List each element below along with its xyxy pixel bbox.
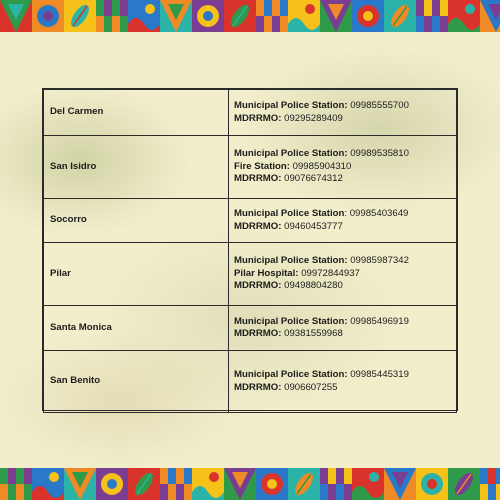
contact-label: MDRRMO: bbox=[234, 220, 282, 232]
leaf-icon bbox=[320, 0, 352, 32]
mask-icon bbox=[384, 468, 416, 500]
leaf-icon bbox=[96, 468, 128, 500]
phone-number: 09985987342 bbox=[350, 255, 409, 267]
contact-label: MDRRMO: bbox=[234, 280, 282, 292]
contacts-cell: Municipal Police Station: 09985555700 MDR… bbox=[228, 89, 457, 136]
sun-pattern-icon bbox=[288, 468, 320, 500]
contact-label: MDRRMO: bbox=[234, 112, 282, 124]
phone-number: 09076674312 bbox=[284, 173, 343, 185]
wave-pattern-icon bbox=[416, 468, 448, 500]
contact-label: Municipal Police Station: bbox=[234, 369, 348, 381]
contact-label: Municipal Police Station bbox=[234, 208, 345, 220]
surfer-icon bbox=[224, 0, 256, 32]
contact-line: Pilar Hospital: 09972844937 bbox=[234, 268, 456, 280]
contact-line: MDRRMO: 09295289409 bbox=[234, 113, 456, 125]
triangle-pattern-icon bbox=[448, 468, 480, 500]
leaf-icon bbox=[320, 468, 352, 500]
triangle-pattern-icon bbox=[288, 0, 320, 32]
phone-number: 09985403649 bbox=[349, 208, 409, 220]
sun-pattern-icon bbox=[64, 468, 96, 500]
contact-line: Municipal Police Station: 09985445319 bbox=[234, 369, 456, 381]
town-name-cell: Santa Monica bbox=[43, 305, 229, 351]
mango-icon bbox=[480, 468, 500, 500]
phone-number: 09985555700 bbox=[350, 100, 409, 112]
contact-line: Municipal Police Station: 09985496919 bbox=[234, 316, 456, 328]
contact-line: Municipal Police Station: 09985555700 bbox=[234, 100, 456, 112]
hotline-table: Del Carmen Municipal Police Station: 0998… bbox=[43, 89, 457, 413]
mango-icon bbox=[32, 468, 64, 500]
fan-icon bbox=[352, 468, 384, 500]
contacts-cell: Municipal Police Station: 09985987342 Pil… bbox=[228, 242, 457, 306]
pizza-icon bbox=[448, 0, 480, 32]
fish-icon bbox=[192, 0, 224, 32]
town-name-cell: Del Carmen bbox=[43, 89, 229, 136]
contact-line: MDRRMO: 09498804280 bbox=[234, 280, 456, 292]
contacts-cell: Municipal Police Station: 09985403649 MDR… bbox=[228, 198, 457, 243]
contact-line: Municipal Police Station: 09985987342 bbox=[234, 255, 456, 267]
triangle-pattern-icon bbox=[0, 468, 32, 500]
contacts-cell: Municipal Police Station: 09989535810 Fir… bbox=[228, 135, 457, 199]
contact-line: MDRRMO: 09381559968 bbox=[234, 328, 456, 340]
pizza-icon bbox=[160, 0, 192, 32]
fish-icon bbox=[480, 0, 500, 32]
contact-line: MDRRMO: 09460453777 bbox=[234, 221, 456, 233]
contact-label: Municipal Police Station: bbox=[234, 148, 348, 160]
phone-number: 0906607255 bbox=[284, 381, 338, 393]
church-icon bbox=[128, 0, 160, 32]
phone-number: 09498804280 bbox=[284, 280, 343, 292]
mango-icon bbox=[256, 468, 288, 500]
table-row: Santa Monica Municipal Police Station: 09… bbox=[43, 305, 457, 351]
palm-tree-icon bbox=[96, 0, 128, 32]
flower-icon bbox=[352, 0, 384, 32]
table-row: Pilar Municipal Police Station: 099859873… bbox=[43, 242, 457, 306]
contacts-cell: Municipal Police Station: 09985445319 MDR… bbox=[228, 350, 457, 413]
town-name-cell: San Isidro bbox=[43, 135, 229, 199]
phone-number: 09985496919 bbox=[350, 315, 409, 327]
contact-line: MDRRMO: 0906607255 bbox=[234, 382, 456, 394]
palm-tree-icon bbox=[384, 0, 416, 32]
phone-number: 09381559968 bbox=[284, 328, 343, 339]
phone-number: 09295289409 bbox=[284, 112, 343, 124]
phone-number: 09460453777 bbox=[284, 220, 343, 232]
phone-number: 09985445319 bbox=[350, 369, 409, 381]
hotline-table-container: Del Carmen Municipal Police Station: 0998… bbox=[42, 88, 458, 413]
fish-icon bbox=[256, 0, 288, 32]
town-name-cell: Pilar bbox=[43, 242, 229, 306]
phone-number: 09985904310 bbox=[292, 160, 352, 172]
table-row: San Isidro Municipal Police Station: 0998… bbox=[43, 135, 457, 199]
contact-label: MDRRMO: bbox=[234, 328, 282, 339]
town-name-cell: San Benito bbox=[43, 350, 229, 413]
contact-line: Fire Station: 09985904310 bbox=[234, 161, 456, 173]
contact-label: MDRRMO: bbox=[234, 381, 282, 393]
flower-icon bbox=[64, 0, 96, 32]
contact-label: Municipal Police Station: bbox=[234, 100, 348, 112]
contact-line: Municipal Police Station: 09989535810 bbox=[234, 148, 456, 160]
table-row: Del Carmen Municipal Police Station: 0998… bbox=[43, 89, 457, 136]
triangle-pattern-icon bbox=[224, 468, 256, 500]
contact-label: Municipal Police Station: bbox=[234, 315, 348, 327]
mask-icon bbox=[160, 468, 192, 500]
triangle-pattern-icon bbox=[0, 0, 32, 32]
contact-label: Pilar Hospital: bbox=[234, 267, 299, 279]
contact-line: MDRRMO: 09076674312 bbox=[234, 173, 456, 185]
decorative-top-band bbox=[0, 0, 500, 32]
phone-number: 09972844937 bbox=[301, 267, 360, 279]
phone-number: 09989535810 bbox=[350, 148, 409, 160]
leaf-icon bbox=[32, 0, 64, 32]
contact-label: Fire Station: bbox=[234, 160, 290, 172]
church-icon bbox=[416, 0, 448, 32]
fan-icon bbox=[128, 468, 160, 500]
table-row: San Benito Municipal Police Station: 0998… bbox=[43, 350, 457, 413]
contact-line: Municipal Police Station: 09985403649 bbox=[234, 208, 456, 220]
contacts-cell: Municipal Police Station: 09985496919 MDR… bbox=[228, 305, 457, 351]
decorative-bottom-band bbox=[0, 468, 500, 500]
wave-pattern-icon bbox=[192, 468, 224, 500]
table-row: Socorro Municipal Police Station: 0998540… bbox=[43, 198, 457, 243]
contact-label: Municipal Police Station: bbox=[234, 255, 348, 267]
town-name-cell: Socorro bbox=[43, 198, 229, 243]
contact-label: MDRRMO: bbox=[234, 173, 282, 185]
